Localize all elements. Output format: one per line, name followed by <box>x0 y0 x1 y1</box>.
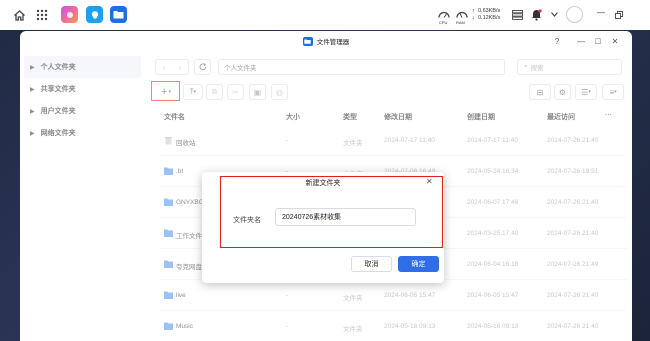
taskbar: CPU RAM ↑ 0.63KB/s ↓ 0.12KB/s — <box>0 0 650 30</box>
folder-name-value: 20240726素材收集 <box>282 214 342 221</box>
taskbar-restore-icon[interactable] <box>614 10 623 19</box>
ram-gauge-icon <box>456 9 468 19</box>
minimize-button[interactable]: — <box>576 36 586 46</box>
folder-name-label: 文件夹名 <box>233 217 261 224</box>
file-manager-title-icon <box>302 36 313 46</box>
net-download-speed: 0.12KB/s <box>478 15 501 21</box>
help-button[interactable]: ? <box>552 36 562 46</box>
close-button[interactable]: ✕ <box>610 36 620 46</box>
cpu-gauge-icon <box>438 9 450 19</box>
taskbar-minimize-icon[interactable]: — <box>597 9 605 17</box>
file-manager-app-icon[interactable] <box>110 6 127 23</box>
window-titlebar: 文件管理器 ? — □ ✕ <box>20 31 632 51</box>
folder-name-input[interactable]: 20240726素材收集 <box>275 208 416 226</box>
resource-monitor-icon[interactable] <box>511 9 523 21</box>
ram-label: RAM <box>456 20 465 25</box>
apps-grid-icon[interactable] <box>35 8 48 21</box>
net-upload-speed: 0.63KB/s <box>478 8 501 14</box>
tips-app-icon[interactable] <box>86 6 103 23</box>
avatar[interactable] <box>566 6 583 23</box>
user-menu-chevron-icon[interactable] <box>550 10 558 18</box>
net-upload-icon: ↑ <box>472 8 475 14</box>
cancel-button[interactable]: 取消 <box>351 256 392 272</box>
new-folder-dialog: 新建文件夹 ✕ 文件夹名 20240726素材收集 取消 确定 <box>202 172 444 283</box>
window-title: 文件管理器 <box>316 39 350 46</box>
photo-app-icon[interactable] <box>61 6 78 23</box>
home-icon[interactable] <box>12 8 26 22</box>
confirm-button[interactable]: 确定 <box>398 256 439 272</box>
cpu-label: CPU <box>439 20 448 25</box>
maximize-button[interactable]: □ <box>593 36 603 46</box>
bell-icon[interactable] <box>530 8 542 21</box>
net-download-icon: ↓ <box>472 15 475 21</box>
